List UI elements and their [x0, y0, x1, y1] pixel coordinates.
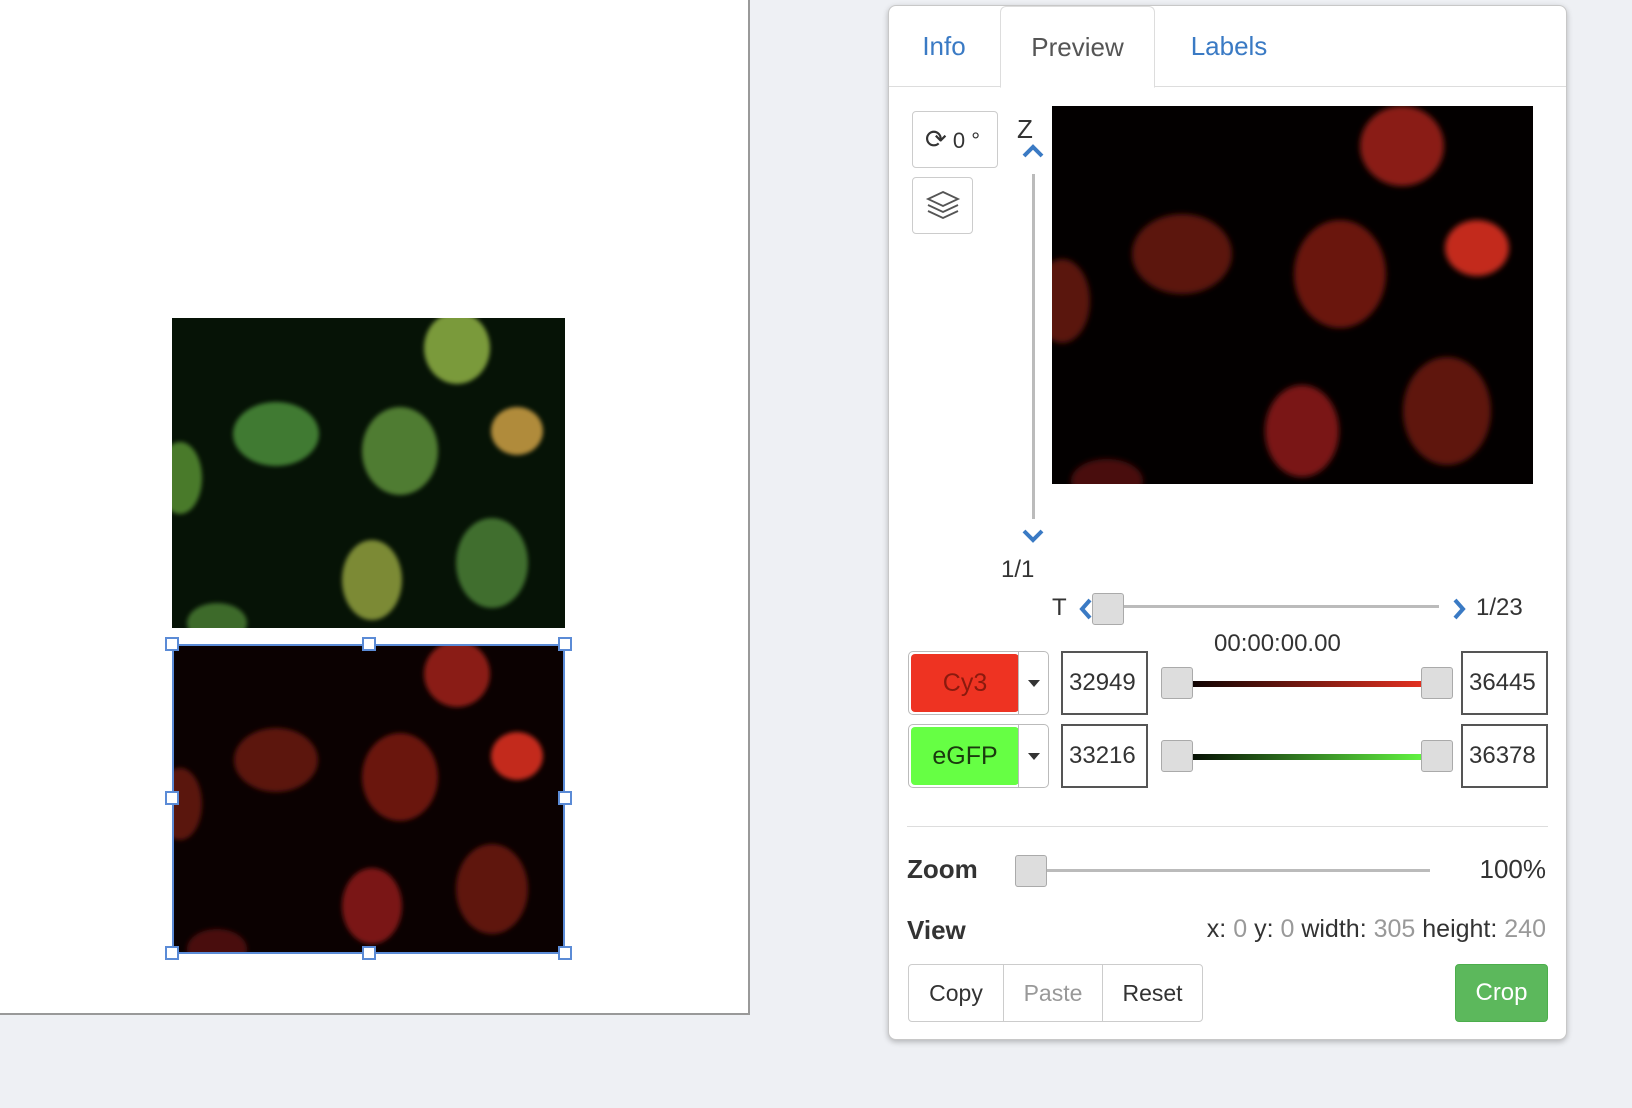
copy-button[interactable]: Copy [908, 964, 1004, 1022]
cy3-min-thumb[interactable] [1161, 667, 1193, 699]
properties-panel: Info Preview Labels ⟳ 0 ° Z 1/1 T 1/23 0… [888, 5, 1567, 1040]
x-value: 0 [1233, 915, 1248, 943]
t-slider-thumb[interactable] [1092, 593, 1124, 625]
cy3-range-slider[interactable] [1161, 651, 1453, 715]
cy3-gradient [1176, 681, 1434, 687]
width-value: 305 [1373, 915, 1416, 943]
cy3-max-thumb[interactable] [1421, 667, 1453, 699]
z-count: 1/1 [1001, 556, 1035, 583]
width-label: width: [1301, 915, 1367, 943]
z-slider[interactable] [1032, 174, 1035, 519]
t-label: T [1052, 594, 1067, 621]
reset-button[interactable]: Reset [1102, 964, 1203, 1022]
selection-box [172, 644, 565, 954]
view-coordinates: x: 0 y: 0 width: 305 height: 240 [1207, 915, 1546, 944]
tab-preview[interactable]: Preview [1000, 6, 1155, 88]
egfp-range-slider[interactable] [1161, 724, 1453, 788]
resize-handle-sw[interactable] [165, 946, 179, 960]
view-label: View [907, 915, 966, 945]
image-panel-merged[interactable] [172, 318, 565, 628]
t-count: 1/23 [1476, 594, 1523, 621]
preview-image [1052, 106, 1533, 484]
channel-egfp-label: eGFP [911, 727, 1019, 785]
resize-handle-e[interactable] [558, 791, 572, 805]
egfp-gradient [1176, 754, 1434, 760]
rotation-value: 0 ° [952, 128, 981, 153]
resize-handle-w[interactable] [165, 791, 179, 805]
t-slider-track[interactable] [1094, 605, 1439, 608]
chevron-up-icon[interactable] [1021, 143, 1045, 159]
resize-handle-nw[interactable] [165, 637, 179, 651]
resize-handle-n[interactable] [362, 637, 376, 651]
x-label: x: [1206, 915, 1227, 943]
channel-cy3-label: Cy3 [911, 654, 1019, 712]
height-label: height: [1422, 915, 1498, 943]
zoom-slider-track[interactable] [1017, 869, 1430, 872]
z-label: Z [1017, 114, 1033, 144]
layers-icon [925, 191, 961, 219]
caret-down-icon[interactable] [1018, 725, 1048, 787]
egfp-max-thumb[interactable] [1421, 740, 1453, 772]
caret-down-icon[interactable] [1018, 652, 1048, 714]
tab-bar: Info Preview Labels [889, 6, 1566, 88]
egfp-min-thumb[interactable] [1161, 740, 1193, 772]
tab-info[interactable]: Info [889, 6, 999, 87]
figure-canvas[interactable] [0, 0, 750, 1015]
crop-button[interactable]: Crop [1455, 964, 1548, 1022]
channel-egfp-button[interactable]: eGFP [908, 724, 1049, 788]
y-value: 0 [1280, 915, 1295, 943]
cy3-min-input[interactable]: 32949 [1061, 651, 1148, 715]
paste-button[interactable]: Paste [1003, 964, 1103, 1022]
resize-handle-ne[interactable] [558, 637, 572, 651]
rotate-icon: ⟳ [925, 124, 947, 154]
zoom-label: Zoom [907, 854, 978, 884]
height-value: 240 [1504, 915, 1546, 943]
channel-cy3-button[interactable]: Cy3 [908, 651, 1049, 715]
resize-handle-se[interactable] [558, 946, 572, 960]
resize-handle-s[interactable] [362, 946, 376, 960]
zoom-value: 100% [1479, 854, 1547, 884]
layers-button[interactable] [912, 177, 973, 234]
egfp-max-input[interactable]: 36378 [1461, 724, 1548, 788]
view-button-group: Copy Paste Reset [908, 964, 1203, 1022]
cy3-max-input[interactable]: 36445 [1461, 651, 1548, 715]
chevron-right-icon[interactable] [1452, 598, 1466, 620]
zoom-slider-thumb[interactable] [1015, 855, 1047, 887]
chevron-left-icon[interactable] [1079, 598, 1093, 620]
rotate-button[interactable]: ⟳ 0 ° [912, 111, 998, 168]
y-label: y: [1254, 915, 1274, 943]
tab-labels[interactable]: Labels [1155, 6, 1303, 87]
divider [907, 826, 1548, 827]
egfp-min-input[interactable]: 33216 [1061, 724, 1148, 788]
chevron-down-icon[interactable] [1021, 528, 1045, 544]
